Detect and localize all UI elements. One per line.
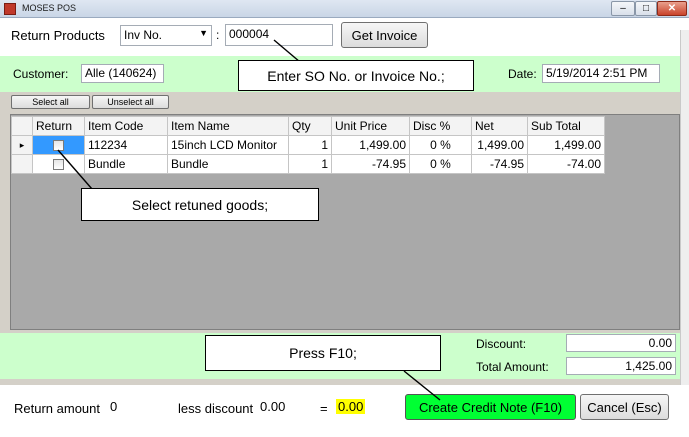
callout-line-invoice: [273, 39, 301, 63]
callout-line-f10: [403, 370, 441, 401]
callout-enter-so: Enter SO No. or Invoice No.;: [238, 60, 474, 91]
callout-press-f10: Press F10;: [205, 335, 441, 371]
callout-line-return: [57, 149, 93, 190]
callout-select-goods: Select retuned goods;: [81, 188, 319, 221]
